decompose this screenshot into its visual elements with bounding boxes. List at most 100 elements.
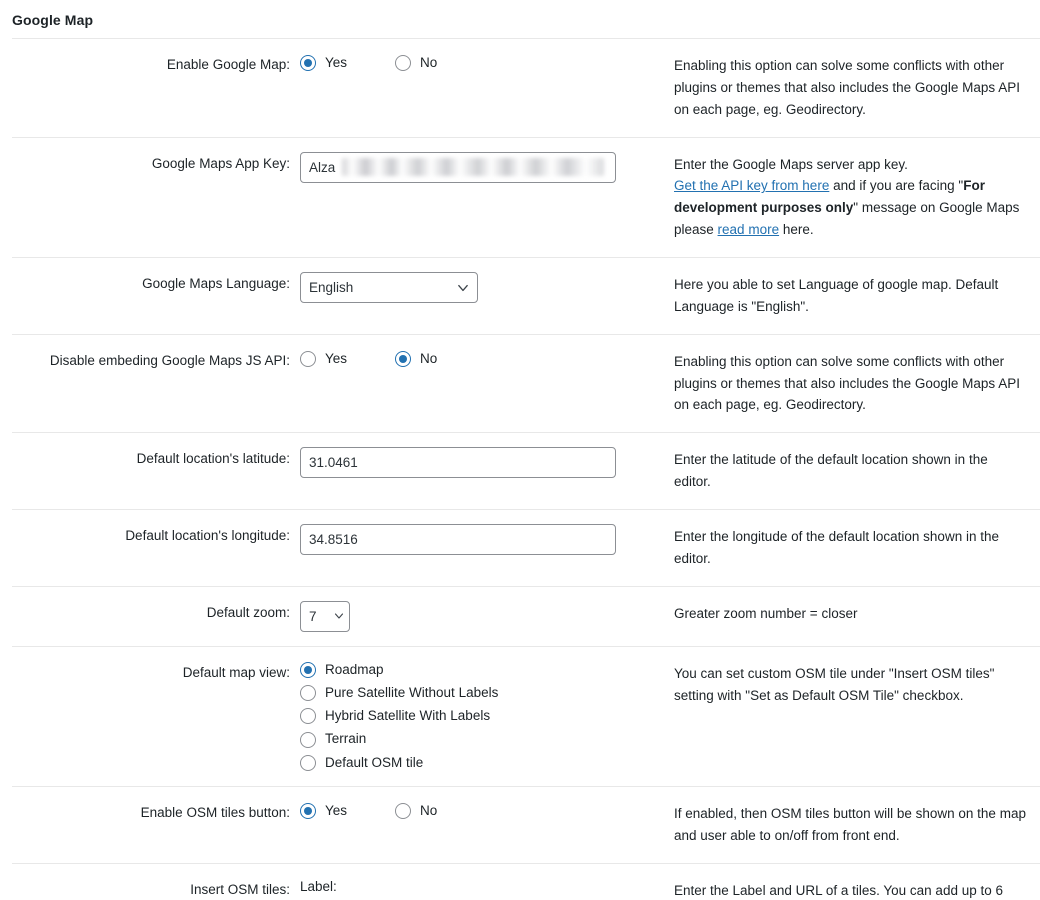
label-default-zoom: Default zoom: (206, 604, 290, 620)
radio-icon-osm-button-no[interactable] (395, 802, 412, 819)
label-enable-google-map: Enable Google Map: (166, 57, 290, 72)
app-key-desc-end: here. (779, 222, 814, 238)
label-google-maps-language: Google Maps Language: (142, 276, 290, 292)
label-disable-js-api: Disable embeding Google Maps JS API: (49, 352, 290, 368)
radio-label-disable-js-api-no: No (420, 350, 438, 366)
label-google-maps-app-key: Google Maps App Key: (151, 155, 290, 171)
description-default-latitude: Enter the latitude of the default locati… (668, 433, 1040, 510)
label-enable-osm-tiles-button: Enable OSM tiles button: (140, 804, 290, 820)
row-disable-js-api: Disable embeding Google Maps JS API: Yes… (12, 334, 1040, 433)
longitude-input[interactable] (300, 524, 616, 556)
radio-option-enable-map-yes[interactable]: Yes (300, 54, 347, 72)
radio-label-hybrid-satellite: Hybrid Satellite With Labels (325, 708, 491, 724)
radio-label-pure-satellite: Pure Satellite Without Labels (325, 684, 499, 700)
radio-label-default-osm-tile: Default OSM tile (325, 754, 424, 770)
radio-option-enable-map-no[interactable]: No (395, 54, 437, 72)
row-enable-google-map: Enable Google Map: Yes No Enabling this … (12, 38, 1040, 138)
radio-icon-pure-satellite[interactable] (300, 685, 316, 702)
radio-label-enable-map-no: No (420, 55, 438, 70)
description-text: Enter the longitude of the default locat… (674, 529, 999, 566)
radio-label-osm-button-no: No (420, 802, 438, 818)
description-google-maps-app-key: Enter the Google Maps server app key. Ge… (668, 137, 1040, 257)
description-default-longitude: Enter the longitude of the default locat… (668, 510, 1040, 587)
description-disable-js-api: Enabling this option can solve some conf… (668, 334, 1040, 433)
row-enable-osm-tiles-button: Enable OSM tiles button: Yes No If enabl… (12, 786, 1040, 863)
description-default-zoom: Greater zoom number = closer (668, 586, 1040, 646)
language-select[interactable]: English (300, 272, 478, 304)
zoom-select[interactable]: 7 (300, 600, 350, 632)
settings-page: Google Map Enable Google Map: Yes No Ena… (0, 0, 1040, 900)
field-insert-osm-tiles: Label: URL: Set as Default OSM Tile: Del… (300, 863, 668, 900)
row-default-zoom: Default zoom: 7 Greater zoom number = cl… (12, 586, 1040, 646)
description-text: Greater zoom number = closer (674, 605, 858, 621)
read-more-link[interactable]: read more (718, 222, 780, 237)
description-text: You can set custom OSM tile under "Inser… (674, 665, 995, 703)
api-key-link[interactable]: Get the API key from here (674, 178, 829, 193)
description-default-map-view: You can set custom OSM tile under "Inser… (668, 646, 1040, 786)
radio-label-terrain: Terrain (325, 731, 367, 747)
radio-option-pure-satellite[interactable]: Pure Satellite Without Labels (300, 684, 658, 702)
field-google-maps-language: English (300, 258, 668, 335)
row-default-map-view: Default map view: Roadmap Pure Satellite… (12, 646, 1040, 786)
description-text: Enter the latitude of the default locati… (674, 452, 988, 490)
row-default-longitude: Default location's longitude: Enter the … (12, 509, 1040, 587)
description-text: Enabling this option can solve some conf… (674, 58, 1020, 117)
radio-option-roadmap[interactable]: Roadmap (300, 661, 658, 679)
osm-tile-entry: Label: URL: Set as Default OSM Tile: Del… (300, 878, 652, 900)
radio-label-osm-button-yes: Yes (325, 802, 348, 818)
description-insert-osm-tiles: Enter the Label and URL of a tiles. You … (668, 863, 1040, 900)
radio-option-disable-js-api-yes[interactable]: Yes (300, 350, 347, 368)
latitude-input[interactable] (300, 447, 616, 479)
radio-group-disable-js-api: Yes No (300, 349, 658, 368)
radio-label-enable-map-yes: Yes (325, 55, 348, 70)
field-google-maps-app-key (300, 137, 668, 257)
description-text: Enter the Label and URL of a tiles. You … (674, 882, 1003, 898)
field-enable-google-map: Yes No (300, 39, 668, 138)
description-text: Enabling this option can solve some conf… (674, 353, 1020, 413)
row-google-maps-app-key: Google Maps App Key: Enter the Google Ma… (12, 137, 1040, 257)
field-default-longitude (300, 510, 668, 587)
label-default-latitude: Default location's latitude: (136, 451, 290, 467)
label-default-longitude: Default location's longitude: (125, 528, 290, 544)
radio-icon-disable-js-api-yes[interactable] (300, 350, 316, 367)
row-default-latitude: Default location's latitude: Enter the l… (12, 432, 1040, 510)
description-text: Enter the Google Maps server app key. Ge… (674, 154, 1026, 241)
settings-form-table: Enable Google Map: Yes No Enabling this … (12, 38, 1040, 900)
description-enable-osm-tiles-button: If enabled, then OSM tiles button will b… (668, 786, 1040, 863)
app-key-input[interactable] (300, 151, 616, 183)
radio-option-osm-button-no[interactable]: No (395, 802, 437, 820)
radio-icon-osm-button-yes[interactable] (300, 802, 316, 819)
field-default-latitude (300, 433, 668, 510)
field-disable-js-api: Yes No (300, 334, 668, 433)
radio-icon-hybrid-satellite[interactable] (300, 708, 316, 725)
row-google-maps-language: Google Maps Language: English Here you a… (12, 257, 1040, 335)
radio-icon-disable-js-api-no[interactable] (395, 350, 412, 367)
description-text: If enabled, then OSM tiles button will b… (674, 805, 1026, 843)
language-select-wrapper: English (300, 272, 478, 304)
radio-group-enable-google-map: Yes No (300, 53, 658, 72)
radio-icon-roadmap[interactable] (300, 661, 316, 678)
app-key-input-wrapper (300, 151, 616, 183)
app-key-desc-line1: Enter the Google Maps server app key. (674, 156, 908, 172)
radio-option-terrain[interactable]: Terrain (300, 730, 658, 748)
app-key-desc-mid: and if you are facing " (829, 178, 964, 194)
field-default-zoom: 7 (300, 586, 668, 646)
radio-option-hybrid-satellite[interactable]: Hybrid Satellite With Labels (300, 707, 658, 725)
radio-option-osm-button-yes[interactable]: Yes (300, 802, 347, 820)
radio-option-disable-js-api-no[interactable]: No (395, 350, 437, 368)
radio-label-disable-js-api-yes: Yes (325, 350, 348, 366)
field-default-map-view: Roadmap Pure Satellite Without Labels Hy… (300, 646, 668, 786)
radio-icon-enable-map-no[interactable] (395, 55, 412, 72)
radio-icon-enable-map-yes[interactable] (300, 55, 316, 72)
osm-label-field-label: Label: (300, 878, 337, 894)
description-google-maps-language: Here you able to set Language of google … (668, 258, 1040, 335)
field-enable-osm-tiles-button: Yes No (300, 786, 668, 863)
radio-icon-default-osm-tile[interactable] (300, 754, 316, 771)
zoom-select-wrapper: 7 (300, 600, 350, 632)
label-default-map-view: Default map view: (182, 664, 290, 680)
radio-icon-terrain[interactable] (300, 731, 316, 748)
radio-option-default-osm-tile[interactable]: Default OSM tile (300, 754, 658, 772)
row-insert-osm-tiles: Insert OSM tiles: Label: URL: Set as Def… (12, 863, 1040, 900)
label-insert-osm-tiles: Insert OSM tiles: (190, 881, 290, 897)
description-text: Here you able to set Language of google … (674, 277, 999, 314)
